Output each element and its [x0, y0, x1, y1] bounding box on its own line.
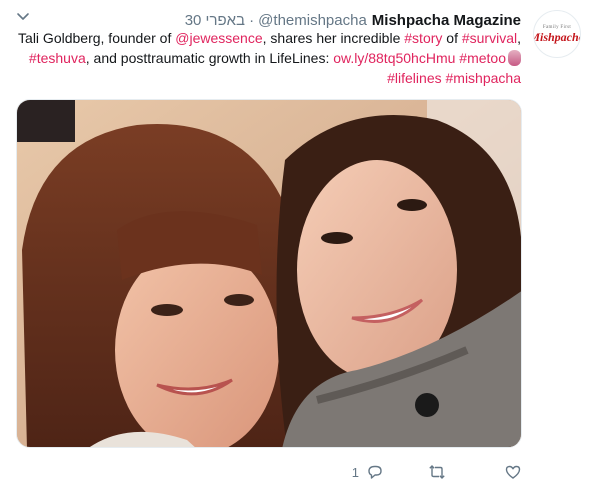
- tweet-text: Tali Goldberg, founder of @jewessence, s…: [16, 28, 521, 88]
- tweet-text-line-2: #teshuva, and posttraumatic growth in Li…: [16, 48, 521, 68]
- hashtag-link[interactable]: #teshuva: [29, 50, 86, 66]
- hashtag-link[interactable]: #story: [404, 30, 442, 46]
- tweet-header: 30 באפרי · @themishpacha Mishpacha Magaz…: [185, 10, 521, 30]
- tweet: Family First Mishpacha 30 באפרי · @themi…: [0, 0, 593, 484]
- text-fragment: Tali Goldberg, founder of: [18, 30, 176, 46]
- text-fragment: ,: [517, 30, 521, 46]
- text-fragment: , shares her incredible: [262, 30, 405, 46]
- text-fragment: , and posttraumatic growth in LifeLines:: [85, 50, 334, 66]
- tweet-actions: 1: [352, 462, 521, 482]
- emoji-icon: [508, 50, 521, 66]
- avatar-brand-text: Mishpacha: [534, 30, 580, 44]
- mention-link[interactable]: @jewessence: [175, 30, 262, 46]
- like-button[interactable]: [505, 464, 521, 480]
- avatar[interactable]: Family First Mishpacha: [533, 10, 581, 58]
- text-fragment: of: [442, 30, 462, 46]
- like-icon: [505, 465, 521, 479]
- hashtag-link[interactable]: #mishpacha: [446, 70, 522, 86]
- reply-icon: [368, 465, 382, 479]
- selfie-photo: [17, 100, 521, 447]
- timestamp[interactable]: 30 באפרי ·: [185, 12, 254, 29]
- tweet-photo[interactable]: [16, 99, 522, 448]
- hashtag-link[interactable]: #metoo: [459, 50, 506, 66]
- author-name[interactable]: Mishpacha Magazine: [372, 12, 521, 29]
- url-link[interactable]: ow.ly/88tq50hcHmu: [333, 50, 455, 66]
- retweet-icon: [429, 465, 445, 479]
- chevron-down-icon[interactable]: [16, 10, 30, 24]
- tweet-text-line-1: Tali Goldberg, founder of @jewessence, s…: [16, 28, 521, 48]
- retweet-button[interactable]: [429, 464, 445, 480]
- tweet-text-line-3: #lifelines #mishpacha: [16, 68, 521, 88]
- hashtag-link[interactable]: #lifelines: [387, 70, 441, 86]
- reply-count: 1: [351, 464, 359, 480]
- author-handle[interactable]: @themishpacha: [258, 12, 367, 29]
- reply-button[interactable]: 1: [352, 464, 383, 480]
- hashtag-link[interactable]: #survival: [462, 30, 517, 46]
